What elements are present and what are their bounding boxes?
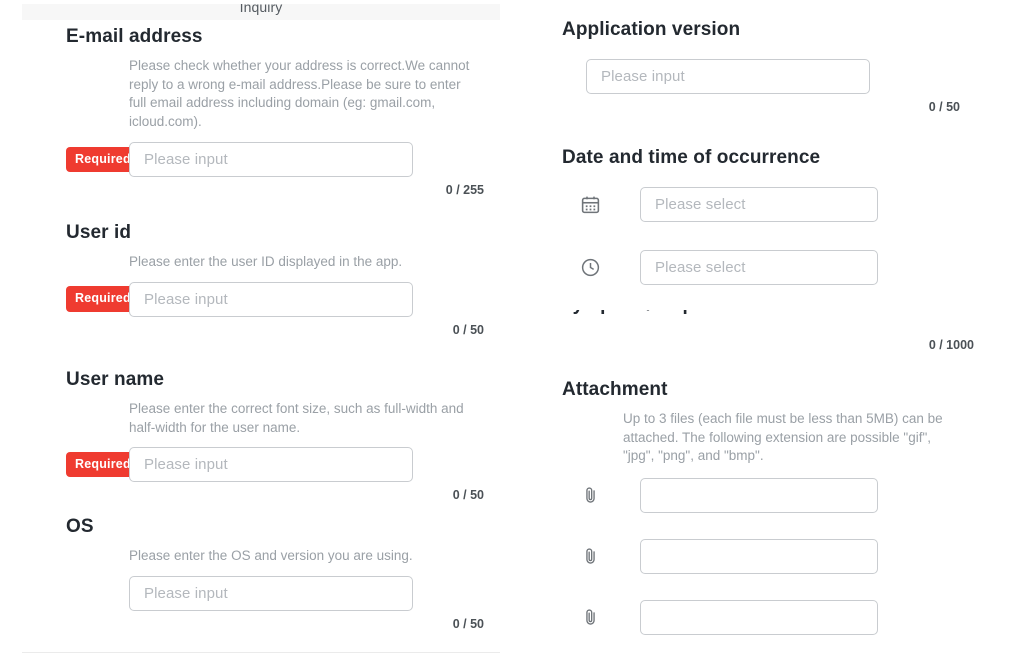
attachment-row-3 (540, 599, 1010, 635)
counter-user-name: 0 / 50 (452, 488, 484, 502)
input-placeholder-date-of-occurrence: Please select (655, 196, 746, 213)
obscured-section-cover (556, 316, 866, 325)
input-user-name[interactable]: Please input (129, 447, 413, 482)
badge-slot-user-id: Required (22, 286, 140, 312)
input-placeholder-user-name: Please input (144, 456, 228, 473)
left-column: E-mail address Please check whether your… (22, 0, 500, 671)
input-application-version[interactable]: Please input (586, 59, 870, 94)
attachment-row-1 (540, 477, 1010, 513)
counter-os: 0 / 50 (452, 616, 484, 631)
input-placeholder-application-version: Please input (601, 68, 685, 85)
field-email-address: E-mail address Please check whether your… (22, 26, 500, 197)
input-attachment-3[interactable] (640, 599, 878, 635)
paperclip-icon (540, 486, 640, 505)
input-date-of-occurrence[interactable]: Please select (640, 187, 878, 222)
field-user-id: User id Please enter the user ID display… (22, 222, 500, 337)
input-email-address[interactable]: Please input (129, 142, 413, 177)
field-description-email-address: Please check whether your address is cor… (129, 58, 470, 129)
field-title-email-address: E-mail address (66, 26, 203, 47)
field-title-date-time-of-occurrence: Date and time of occurrence (562, 147, 821, 168)
field-obscured-section: 0 / 1000 (540, 338, 1010, 352)
field-description-attachment: Up to 3 files (each file must be less th… (623, 411, 943, 463)
counter-user-id: 0 / 50 (452, 322, 484, 337)
field-input-row-user-name: Required Please input (22, 447, 500, 482)
input-placeholder-time-of-occurrence: Please select (655, 259, 746, 276)
field-title-attachment: Attachment (562, 379, 668, 400)
calendar-icon (540, 194, 640, 215)
input-placeholder-email-address: Please input (144, 151, 228, 168)
badge-slot-user-name: Required (22, 451, 140, 478)
field-description-user-name: Please enter the correct font size, such… (129, 401, 464, 435)
input-os[interactable]: Please input (129, 575, 413, 611)
field-description-os: Please enter the OS and version you are … (129, 548, 413, 563)
input-placeholder-user-id: Please input (144, 290, 228, 308)
time-picker-row: Please select (540, 250, 1010, 285)
clock-icon (540, 257, 640, 278)
field-application-version: Application version Please input 0 / 50 (540, 19, 1010, 114)
section-divider (22, 652, 500, 653)
field-title-os: OS (66, 516, 94, 537)
field-title-user-id: User id (66, 222, 132, 243)
field-input-row-application-version: Please input (540, 59, 1010, 94)
input-attachment-2[interactable] (640, 538, 878, 574)
badge-slot-email-address: Required (22, 146, 140, 173)
field-user-name: User name Please enter the correct font … (22, 369, 500, 502)
paperclip-icon (540, 608, 640, 627)
attachment-row-2 (540, 538, 1010, 574)
field-input-row-os: Please input (22, 575, 500, 611)
inquiry-form-screen: Inquiry E-mail address Please check whet… (0, 0, 1024, 671)
field-date-time-of-occurrence: Date and time of occurrence Please selec… (540, 147, 1010, 285)
input-attachment-1[interactable] (640, 477, 878, 513)
field-attachment: Attachment Up to 3 files (each file must… (540, 379, 1010, 635)
input-user-id[interactable]: Please input (129, 281, 413, 317)
counter-obscured-section: 0 / 1000 (928, 338, 974, 352)
right-column: Application version Please input 0 / 50 … (540, 0, 1010, 671)
counter-application-version: 0 / 50 (928, 100, 960, 114)
field-os: OS Please enter the OS and version you a… (22, 516, 500, 631)
counter-email-address: 0 / 255 (445, 183, 484, 197)
field-input-row-email-address: Required Please input (22, 142, 500, 177)
input-time-of-occurrence[interactable]: Please select (640, 250, 878, 285)
field-description-user-id: Please enter the user ID displayed in th… (129, 254, 403, 269)
field-title-user-name: User name (66, 369, 165, 390)
date-picker-row: Please select (540, 187, 1010, 222)
paperclip-icon (540, 547, 640, 566)
field-input-row-user-id: Required Please input (22, 281, 500, 317)
input-placeholder-os: Please input (144, 584, 228, 602)
field-title-application-version: Application version (562, 19, 741, 40)
